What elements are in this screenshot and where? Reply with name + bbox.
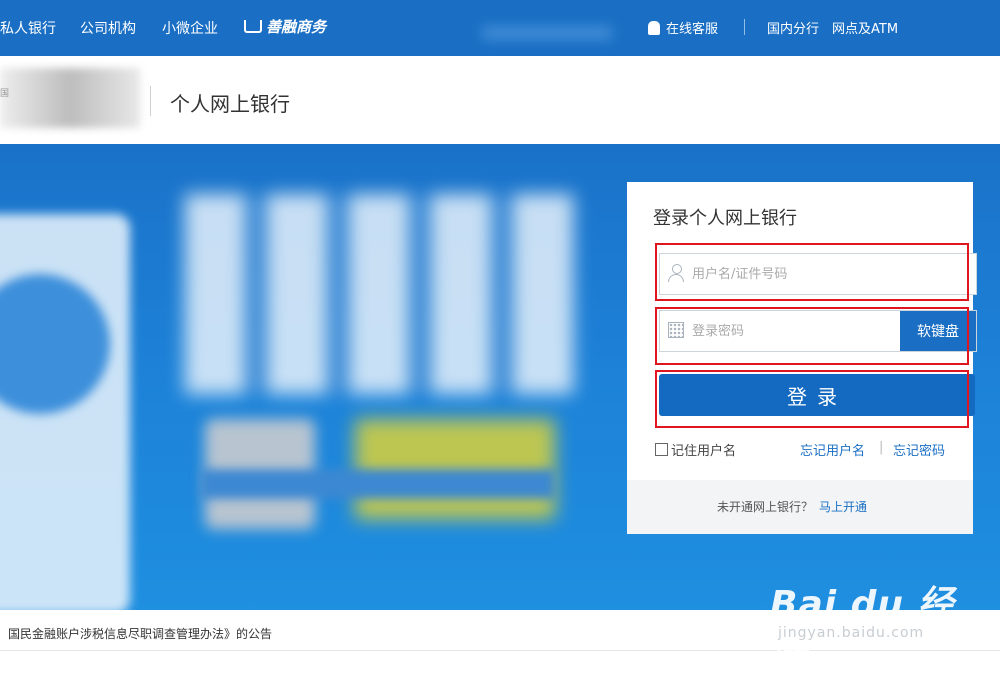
robot-icon (648, 21, 660, 35)
password-input[interactable] (688, 311, 872, 351)
blurred-strip (200, 469, 555, 499)
footer-question: 未开通网上银行？ (717, 500, 814, 514)
nav-divider (744, 19, 745, 35)
remember-checkbox[interactable] (655, 443, 668, 456)
login-button[interactable]: 登录 (659, 374, 975, 416)
nav-domestic-branch[interactable]: 国内分行 (767, 18, 819, 37)
blurred-headline (185, 194, 575, 394)
forgot-password-link[interactable]: 忘记密码 (893, 440, 945, 459)
page-title: 个人网上银行 (170, 92, 290, 116)
online-service-link[interactable]: 在线客服 (648, 18, 718, 37)
nav-small-business[interactable]: 小微企业 (162, 18, 218, 38)
soft-keyboard-button[interactable]: 软键盘 (900, 311, 976, 351)
logo-text: 国 (0, 89, 10, 99)
announcement-divider (0, 650, 1000, 651)
nav-atm-locator[interactable]: 网点及ATM (832, 18, 898, 37)
login-panel: 登录个人网上银行 软键盘 登录 记住用户名 忘记用户名 | 忘记密码 未开通网上… (627, 182, 977, 534)
user-icon (668, 264, 684, 282)
top-nav-bar: 私人银行 公司机构 小微企业 善融商务 在线客服 国内分行 网点及ATM (0, 0, 1000, 56)
nav-shop-label: 善融商务 (266, 18, 327, 36)
keypad-icon (668, 322, 684, 338)
nav-corporate[interactable]: 公司机构 (80, 18, 136, 38)
blurred-region (482, 26, 612, 40)
link-separator: | (879, 440, 884, 455)
username-input[interactable] (688, 254, 972, 294)
bank-logo[interactable] (0, 68, 140, 128)
remember-username[interactable]: 记住用户名 (655, 440, 736, 459)
cart-icon (244, 20, 262, 33)
open-online-banking-link[interactable]: 马上开通 (819, 500, 867, 514)
announcement-link[interactable]: 国民金融账户涉税信息尽职调查管理办法》的公告 (8, 625, 272, 642)
nav-private-banking[interactable]: 私人银行 (0, 18, 56, 38)
password-field[interactable]: 软键盘 (659, 310, 977, 352)
username-field[interactable] (659, 253, 977, 295)
forgot-username-link[interactable]: 忘记用户名 (800, 440, 865, 459)
login-footer: 未开通网上银行？ 马上开通 (627, 480, 973, 534)
announcement-bar: 国民金融账户涉税信息尽职调查管理办法》的公告 (0, 610, 1000, 666)
online-service-label: 在线客服 (666, 22, 719, 37)
login-title: 登录个人网上银行 (653, 208, 797, 229)
nav-shop-link[interactable]: 善融商务 (244, 16, 326, 37)
footer-prompt: 未开通网上银行？ 马上开通 (717, 498, 867, 515)
header-divider (150, 86, 151, 116)
phone-graphic (0, 214, 130, 610)
remember-label: 记住用户名 (671, 444, 737, 459)
page-header: 国 个人网上银行 (0, 56, 1000, 144)
